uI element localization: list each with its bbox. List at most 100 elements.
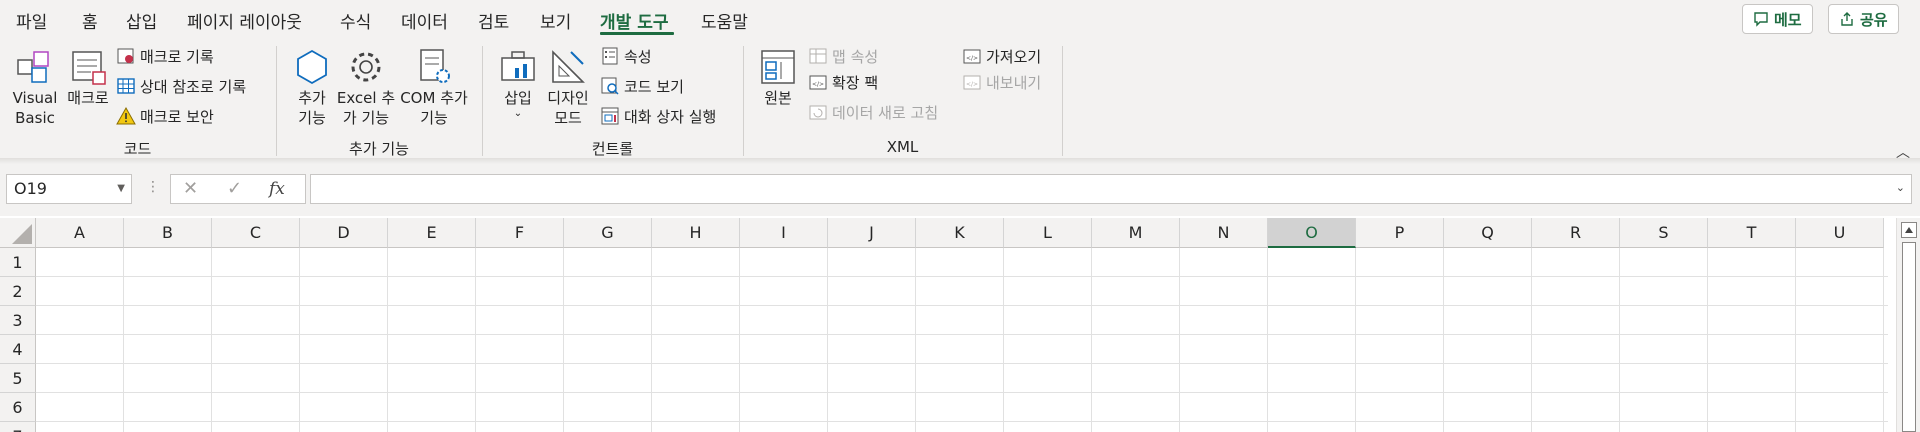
check-icon[interactable]: ✓ — [227, 178, 242, 199]
row-header-6[interactable]: 6 — [0, 393, 36, 422]
map-properties-button[interactable]: 맵 속성 — [808, 44, 878, 68]
column-header-g[interactable]: G — [564, 218, 652, 248]
column-header-c[interactable]: C — [212, 218, 300, 248]
select-all-button[interactable] — [0, 218, 36, 248]
column-header-a[interactable]: A — [36, 218, 124, 248]
column-header-m[interactable]: M — [1092, 218, 1180, 248]
xml-group-label: XML — [886, 138, 919, 156]
column-header-q[interactable]: Q — [1444, 218, 1532, 248]
column-header-k[interactable]: K — [916, 218, 1004, 248]
formula-input[interactable]: ⌄ — [310, 174, 1912, 204]
svg-text:</>: </> — [812, 81, 824, 88]
chevron-down-icon[interactable]: ▼ — [117, 175, 125, 203]
visual-basic-button[interactable]: Visual Basic — [10, 46, 60, 128]
row-header-1[interactable]: 1 — [0, 248, 36, 277]
scroll-up-arrow-icon[interactable] — [1901, 222, 1917, 238]
warning-icon — [116, 106, 136, 125]
formula-bar: O19 ▼ ⋮ ✕ ✓ fx ⌄ — [0, 164, 1920, 216]
addins-group-label: 추가 기능 — [349, 140, 409, 158]
xml-source-icon — [761, 50, 795, 84]
relative-reference-button[interactable]: 상대 참조로 기록 — [116, 74, 246, 98]
column-header-l[interactable]: L — [1004, 218, 1092, 248]
design-mode-label: 디자인 모드 — [547, 89, 589, 127]
tab-developer[interactable]: 개발 도구 — [600, 8, 668, 33]
row-header-4[interactable]: 4 — [0, 335, 36, 364]
xml-source-button[interactable]: 원본 — [756, 46, 800, 108]
vertical-scrollbar[interactable] — [1896, 218, 1920, 432]
toolbox-icon — [501, 51, 535, 81]
controls-group-label: 컨트롤 — [591, 140, 634, 158]
macro-button[interactable]: 매크로 — [64, 46, 112, 108]
column-header-u[interactable]: U — [1796, 218, 1884, 248]
record-macro-button[interactable]: 매크로 기록 — [116, 44, 214, 68]
column-header-r[interactable]: R — [1532, 218, 1620, 248]
hexagon-icon — [297, 49, 327, 85]
column-header-b[interactable]: B — [124, 218, 212, 248]
refresh-data-button[interactable]: 데이터 새로 고침 — [808, 100, 938, 124]
tab-view[interactable]: 보기 — [540, 8, 571, 33]
tab-help[interactable]: 도움말 — [701, 8, 748, 33]
expansion-packs-icon: </> — [809, 75, 827, 90]
insert-control-button[interactable]: 삽입 ⌄ — [496, 46, 540, 120]
row-header-2[interactable]: 2 — [0, 277, 36, 306]
cell-area[interactable] — [36, 248, 1888, 432]
column-header-e[interactable]: E — [388, 218, 476, 248]
map-properties-label: 맵 속성 — [832, 47, 879, 66]
xml-source-label: 원본 — [764, 89, 792, 107]
export-button[interactable]: </> 내보내기 — [962, 70, 1041, 94]
export-icon: </> — [963, 75, 981, 90]
record-macro-icon — [117, 48, 134, 64]
expand-formula-icon[interactable]: ⌄ — [1896, 181, 1905, 194]
column-header-n[interactable]: N — [1180, 218, 1268, 248]
column-header-f[interactable]: F — [476, 218, 564, 248]
more-options-icon[interactable]: ⋮ — [146, 179, 160, 195]
refresh-data-label: 데이터 새로 고침 — [832, 103, 939, 122]
column-header-h[interactable]: H — [652, 218, 740, 248]
run-dialog-label: 대화 상자 실행 — [624, 107, 717, 126]
share-label: 공유 — [1860, 10, 1888, 29]
run-dialog-button[interactable]: 대화 상자 실행 — [600, 104, 716, 128]
view-code-button[interactable]: 코드 보기 — [600, 74, 684, 98]
refresh-icon — [809, 105, 827, 120]
row-header-3[interactable]: 3 — [0, 306, 36, 335]
column-header-d[interactable]: D — [300, 218, 388, 248]
column-header-j[interactable]: J — [828, 218, 916, 248]
cancel-icon[interactable]: ✕ — [183, 178, 198, 199]
chevron-down-icon: ⌄ — [513, 108, 523, 119]
design-mode-button[interactable]: 디자인 모드 — [544, 46, 592, 128]
com-addins-button[interactable]: COM 추가 기능 — [400, 46, 468, 128]
share-button[interactable]: 공유 — [1828, 4, 1899, 34]
column-header-p[interactable]: P — [1356, 218, 1444, 248]
expansion-packs-button[interactable]: </> 확장 팩 — [808, 70, 878, 94]
visual-basic-icon — [17, 51, 49, 83]
column-header-s[interactable]: S — [1620, 218, 1708, 248]
name-box[interactable]: O19 ▼ — [6, 174, 132, 204]
column-header-t[interactable]: T — [1708, 218, 1796, 248]
tab-formulas[interactable]: 수식 — [340, 8, 371, 33]
group-divider — [1062, 46, 1063, 156]
expansion-packs-label: 확장 팩 — [832, 73, 879, 92]
excel-addins-button[interactable]: Excel 추가 기능 — [336, 46, 396, 128]
properties-button[interactable]: 속성 — [600, 44, 652, 68]
share-icon — [1841, 12, 1853, 26]
svg-text:</>: </> — [966, 55, 978, 62]
tab-data[interactable]: 데이터 — [401, 8, 448, 33]
tab-page-layout[interactable]: 페이지 레이아웃 — [187, 8, 302, 33]
insert-function-icon[interactable]: fx — [269, 179, 285, 199]
column-header-i[interactable]: I — [740, 218, 828, 248]
addins-button[interactable]: 추가 기능 — [290, 46, 334, 128]
row-header-7[interactable]: 7 — [0, 422, 36, 432]
comment-icon — [1754, 12, 1768, 27]
column-header-o[interactable]: O — [1268, 218, 1356, 248]
row-header-5[interactable]: 5 — [0, 364, 36, 393]
comments-label: 메모 — [1774, 10, 1802, 29]
scroll-thumb[interactable] — [1902, 242, 1916, 432]
comments-button[interactable]: 메모 — [1742, 4, 1813, 34]
macro-security-button[interactable]: 매크로 보안 — [116, 104, 214, 128]
tab-home[interactable]: 홈 — [82, 8, 98, 33]
import-button[interactable]: </> 가져오기 — [962, 44, 1041, 68]
tab-insert[interactable]: 삽입 — [126, 8, 157, 33]
tab-file[interactable]: 파일 — [16, 8, 47, 33]
properties-icon — [602, 47, 618, 65]
tab-review[interactable]: 검토 — [478, 8, 509, 33]
